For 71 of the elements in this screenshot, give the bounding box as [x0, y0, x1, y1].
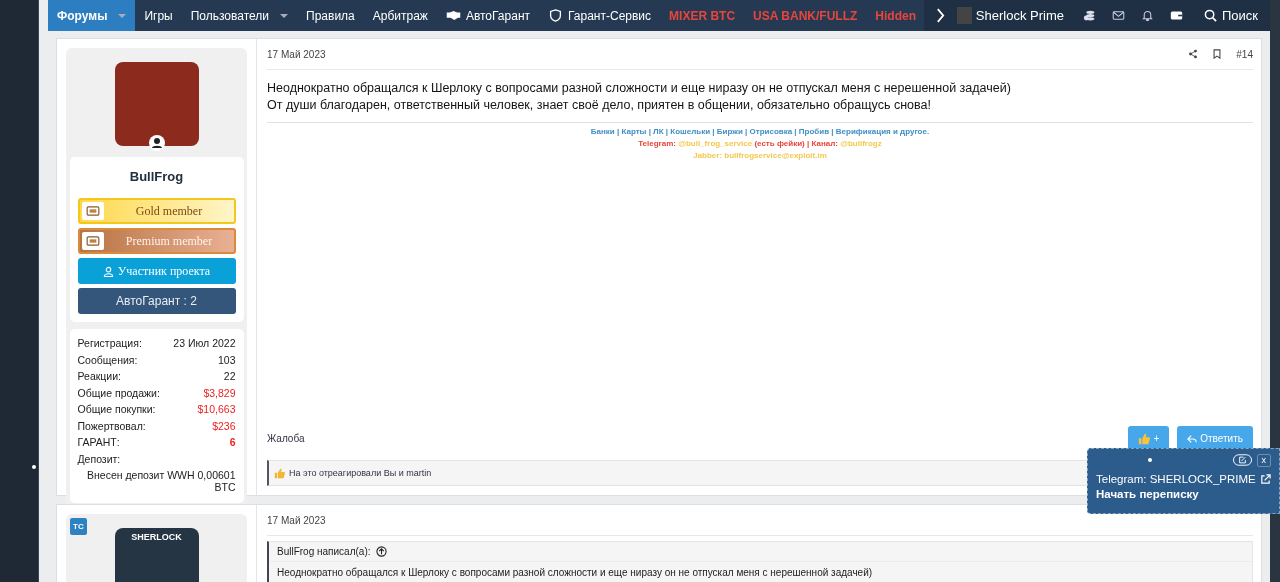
topic-starter-badge: ТС [70, 518, 87, 535]
nav-tab[interactable]: Правила [297, 0, 364, 31]
card-icon [85, 206, 100, 216]
reactions-text[interactable]: На это отреагировали Вы и martin [289, 468, 432, 478]
post-date[interactable]: 17 Май 2023 [267, 514, 326, 526]
stat-label: Сообщения: [77, 353, 138, 366]
contact-text: Telegram: SHERLOCK_PRIME [1096, 473, 1256, 485]
coins-icon[interactable] [1082, 9, 1096, 22]
avatar-placeholder [956, 7, 972, 24]
shield-icon [548, 9, 563, 22]
stat-label: Пожертвовал: [77, 419, 146, 432]
nav-tab[interactable]: Пользователи [181, 0, 298, 31]
start-chat-link[interactable]: Начать переписку [1096, 488, 1271, 500]
signature-text: @bull_frog_service [677, 138, 753, 150]
stat-label: Реакции: [77, 370, 121, 382]
nav-tab[interactable]: Арбитраж [363, 0, 437, 31]
edit-icon[interactable] [1232, 454, 1252, 466]
close-button[interactable]: x [1256, 453, 1271, 467]
user-menu[interactable]: Sherlock Prime [956, 7, 1072, 24]
nav-tab[interactable]: Форумы [48, 0, 136, 31]
nav-tab[interactable]: Игры [135, 0, 182, 31]
mail-icon[interactable] [1111, 9, 1125, 22]
stat-value: $236 [212, 419, 236, 432]
bell-icon[interactable] [1140, 9, 1154, 22]
username[interactable]: BullFrog [77, 165, 236, 194]
card-icon [85, 236, 100, 246]
user-badge: АвтоГарант : 2 [77, 288, 236, 314]
signature-text: (есть фейки) | Канал: [753, 138, 839, 150]
post-text: Неоднократно обращался к Шерлоку с вопросами разной сложности и еще ниразу он не отпускал меня с нерешенной задачей) [267, 80, 1012, 97]
thumbs-up-icon [1138, 432, 1151, 445]
user-badge: Gold member [77, 198, 236, 224]
signature-text: Telegram: [638, 138, 676, 150]
nav-tab[interactable]: АвтоГарант [436, 0, 539, 31]
stat-label: Общие покупки: [77, 403, 156, 415]
stat-value: 23 Июл 2022 [173, 337, 236, 349]
reply-icon [1187, 433, 1198, 444]
user-icon [102, 265, 114, 277]
user-badge: Premium member [77, 228, 236, 254]
signature-text: @bullfrogz [840, 138, 882, 150]
quote-author[interactable]: BullFrog написал(а): [277, 546, 371, 557]
stat-value: 6 [229, 436, 236, 448]
thumbs-up-icon [274, 467, 285, 479]
nav-tab[interactable]: Гарант-Сервис [539, 0, 661, 31]
signature-links: Банки | Карты | ЛК | Кошельки | Биржи | Отрисовка | Пробив | Верификация и другое. [589, 126, 931, 138]
external-link-icon[interactable] [1260, 473, 1271, 485]
post-text: От души благодарен, ответственный человек, знает своё дело, приятен в общении, обязательно обращусь снова! [267, 97, 932, 114]
signature-jabber: Jabber: bullfrogservice@exploit.im [692, 150, 828, 162]
share-icon[interactable] [1188, 49, 1199, 59]
report-link[interactable]: Жалоба [267, 433, 305, 444]
stat-label: Общие продажи: [77, 386, 160, 399]
stat-label: ГАРАНТ: [77, 436, 120, 448]
stat-value: Внесен депозит WWH 0,00601 BTC [86, 469, 236, 495]
search-button[interactable]: Поиск [1193, 8, 1270, 23]
bookmark-icon[interactable] [1212, 49, 1223, 59]
search-icon [1203, 9, 1217, 22]
user-icon [148, 135, 165, 151]
arrow-up-circle-icon[interactable] [375, 546, 387, 557]
wallet-icon[interactable] [1169, 9, 1183, 22]
stat-value: 103 [217, 353, 236, 366]
post-date[interactable]: 17 Май 2023 [267, 48, 326, 60]
stat-value: $10,663 [197, 403, 236, 415]
stat-value: 22 [223, 370, 236, 382]
chevron-right-icon[interactable] [935, 8, 945, 23]
stat-label: Регистрация: [77, 337, 142, 349]
quote-text: Неоднократно обращался к Шерлоку с вопросами разной сложности и еще ниразу он не отпускал меня с нерешенной задачей) [276, 566, 874, 580]
post-number[interactable]: #14 [1236, 48, 1253, 60]
stat-label: Депозит: [77, 452, 121, 465]
user-badge: Участник проекта [77, 258, 236, 284]
stat-value: $3,829 [203, 386, 236, 399]
avatar-caption: SHERLOCK [131, 531, 182, 544]
side-dot-icon [32, 465, 36, 469]
